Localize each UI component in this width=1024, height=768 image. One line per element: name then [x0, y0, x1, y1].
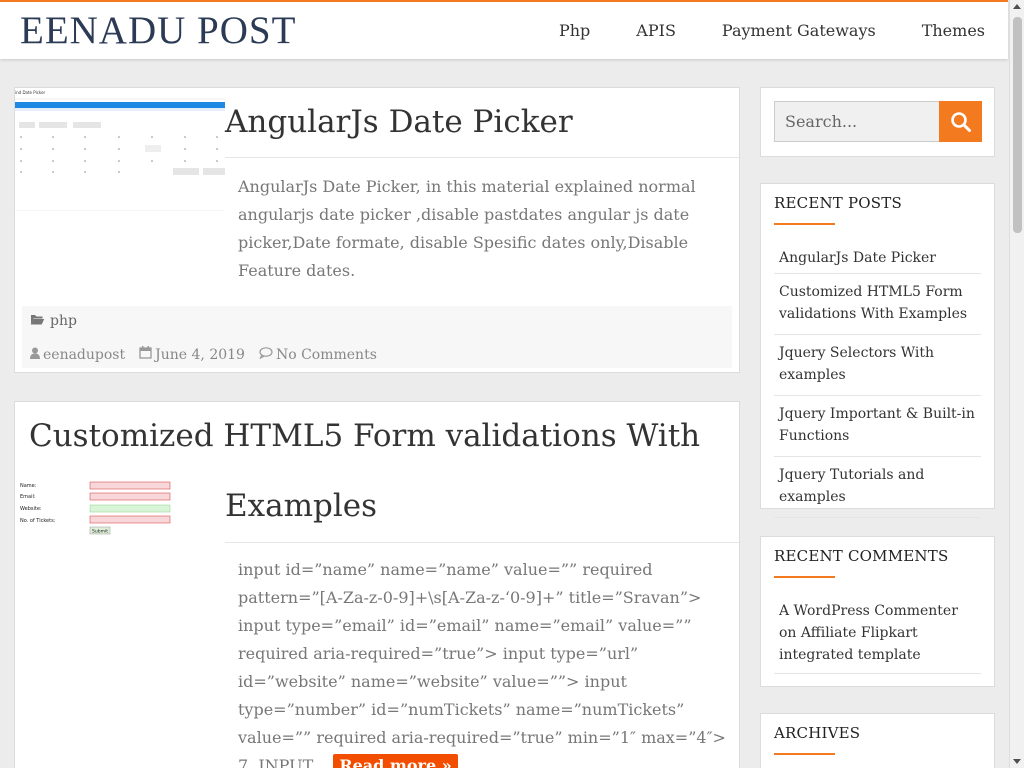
search-widget	[760, 87, 995, 157]
nav-item-themes[interactable]: Themes	[899, 21, 1008, 40]
nav-item-apis[interactable]: APIS	[613, 21, 699, 40]
post-thumbnail[interactable]: ind Date Picker	[15, 88, 225, 211]
post-category[interactable]: php	[30, 313, 77, 329]
user-icon	[30, 347, 40, 363]
thumbnail-label: Name:	[20, 483, 37, 489]
post-comments-text[interactable]: No Comments	[276, 347, 377, 363]
post-title[interactable]: Customized HTML5 Form validations With	[29, 418, 700, 454]
site-header: EENADU POST Php APIS Payment Gateways Th…	[0, 0, 1008, 59]
comment-on-text: on	[779, 625, 797, 641]
post-author-name[interactable]: eenadupost	[43, 347, 125, 363]
comment-author-link[interactable]: A WordPress Commenter	[779, 603, 958, 619]
post-author[interactable]: eenadupost	[30, 347, 125, 363]
post-title-continued[interactable]: Examples	[225, 488, 377, 524]
recent-post-link[interactable]: Customized HTML5 Form validations With E…	[774, 274, 981, 335]
post-comments[interactable]: No Comments	[259, 347, 377, 363]
post-excerpt-text: input id=”name” name=”name” value=”” req…	[238, 560, 726, 768]
widget-title: RECENT COMMENTS	[774, 547, 949, 565]
comment-post-link[interactable]: Affiliate Flipkart integrated template	[779, 625, 921, 663]
recent-post-link[interactable]: Jquery Important & Built-in Functions	[774, 396, 981, 457]
form-thumbnail-image: Name: Email: Website: No. of Tickets: Su…	[15, 474, 225, 540]
search-icon	[951, 112, 971, 132]
thumbnail-label: Website:	[20, 506, 42, 512]
widget-title-underline	[774, 753, 835, 755]
recent-post-link[interactable]: Jquery Selectors With examples	[774, 335, 981, 396]
comment-icon	[259, 346, 273, 363]
recent-comments-list: A WordPress Commenter on Affiliate Flipk…	[774, 593, 981, 674]
read-more-button[interactable]: Read more »	[333, 754, 458, 768]
scroll-down-arrow-icon[interactable]	[1013, 759, 1021, 764]
post-title[interactable]: AngularJs Date Picker	[225, 104, 573, 140]
widget-title: ARCHIVES	[774, 724, 861, 742]
post-date[interactable]: June 4, 2019	[139, 346, 245, 363]
page-scrollbar[interactable]	[1009, 0, 1024, 768]
search-button[interactable]	[939, 101, 982, 142]
post-category-label[interactable]: php	[50, 313, 77, 329]
site-logo[interactable]: EENADU POST	[20, 8, 296, 53]
recent-comments-widget: RECENT COMMENTS A WordPress Commenter on…	[760, 536, 995, 687]
scroll-thumb[interactable]	[1013, 17, 1022, 233]
title-divider	[225, 542, 739, 543]
recent-post-link[interactable]: Jquery Tutorials and examples	[774, 457, 981, 518]
datepicker-thumbnail-image: ind Date Picker	[15, 88, 225, 211]
archives-widget: ARCHIVES	[760, 713, 995, 768]
post-meta-row: eenadupost June 4, 2019 No Comments	[30, 346, 377, 363]
post-card: Customized HTML5 Form validations With N…	[14, 401, 740, 768]
thumbnail-label: No. of Tickets:	[20, 518, 56, 524]
widget-title-underline	[774, 223, 835, 225]
thumbnail-label: Email:	[20, 494, 36, 500]
recent-comment-item: A WordPress Commenter on Affiliate Flipk…	[774, 593, 981, 674]
post-meta: php eenadupost June 4, 2019 No Comments	[22, 306, 732, 368]
recent-post-link[interactable]: AngularJs Date Picker	[774, 240, 981, 274]
recent-posts-widget: RECENT POSTS AngularJs Date Picker Custo…	[760, 183, 995, 518]
thumbnail-header-text: ind Date Picker	[15, 90, 46, 95]
nav-item-payment-gateways[interactable]: Payment Gateways	[699, 21, 899, 40]
widget-title-underline	[774, 576, 835, 578]
calendar-icon	[139, 346, 152, 363]
post-excerpt: AngularJs Date Picker, in this material …	[238, 177, 696, 280]
main-nav: Php APIS Payment Gateways Themes	[536, 2, 1008, 59]
recent-posts-list: AngularJs Date Picker Customized HTML5 F…	[774, 240, 981, 518]
post-card: ind Date Picker AngularJs Date Picker An…	[14, 87, 740, 373]
post-excerpt: input id=”name” name=”name” value=”” req…	[238, 556, 733, 768]
post-thumbnail[interactable]: Name: Email: Website: No. of Tickets: Su…	[15, 474, 225, 540]
widget-title: RECENT POSTS	[774, 194, 902, 212]
scroll-up-arrow-icon[interactable]	[1013, 4, 1021, 9]
folder-open-icon	[30, 313, 45, 329]
post-date-text[interactable]: June 4, 2019	[155, 347, 245, 363]
search-input[interactable]	[774, 101, 940, 142]
nav-item-php[interactable]: Php	[536, 21, 613, 40]
title-divider	[225, 157, 739, 158]
thumbnail-submit: Submit	[92, 529, 108, 535]
